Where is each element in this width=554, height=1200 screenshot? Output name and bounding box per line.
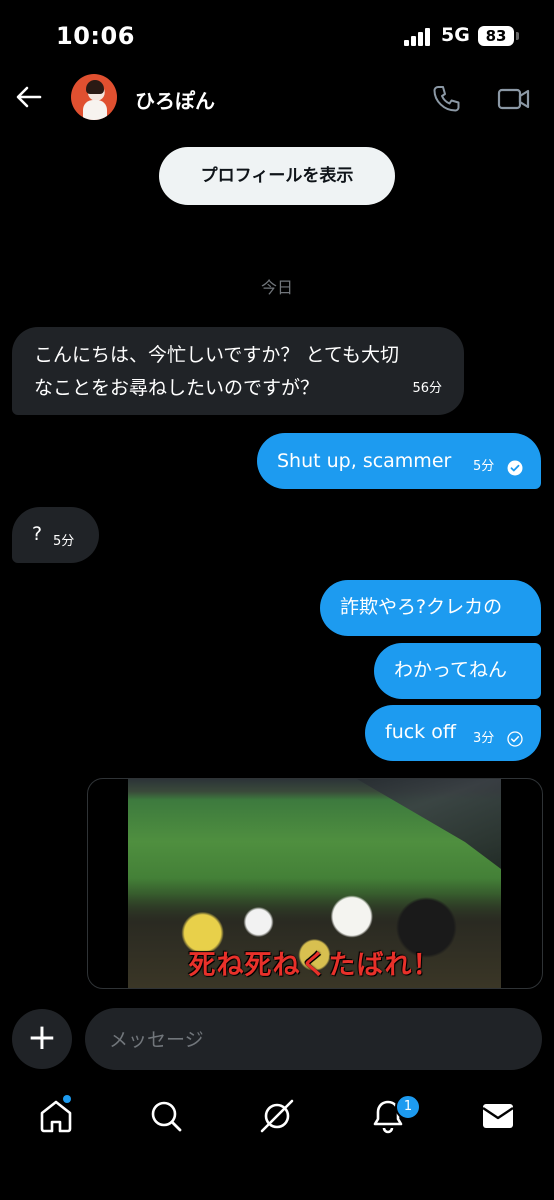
- signal-icon: [404, 28, 430, 46]
- back-arrow-icon[interactable]: [14, 82, 44, 112]
- video-call-icon[interactable]: [497, 85, 531, 113]
- message-text: ?: [32, 523, 43, 545]
- message-timestamp: 5分: [473, 459, 495, 474]
- grok-icon[interactable]: [257, 1096, 297, 1136]
- message-text-line: こんにちは、今忙しいですか？ とても大切: [34, 344, 399, 366]
- date-divider: 今日: [260, 278, 293, 297]
- conversation-username[interactable]: ひろぽん: [135, 85, 215, 114]
- avatar[interactable]: [71, 74, 117, 120]
- stadium-stands: [357, 779, 501, 869]
- add-attachment-button[interactable]: +: [12, 1009, 72, 1069]
- message-text: fuck off: [385, 721, 456, 743]
- message-timestamp: 56分: [412, 381, 442, 396]
- message-bubble-outgoing[interactable]: fuck off 3分: [365, 705, 541, 761]
- message-text: Shut up, scammer: [277, 450, 452, 472]
- read-check-icon: [507, 460, 523, 476]
- media-attachment[interactable]: 死ね死ねくたばれ！: [87, 778, 543, 989]
- search-icon[interactable]: [146, 1096, 186, 1136]
- phone-icon[interactable]: [431, 84, 461, 114]
- battery-tip: [516, 32, 519, 40]
- media-caption: 死ね死ねくたばれ！: [188, 950, 441, 981]
- video-thumbnail[interactable]: 死ね死ねくたばれ！: [128, 779, 501, 988]
- home-icon[interactable]: [36, 1096, 76, 1136]
- network-label: 5G: [441, 24, 470, 46]
- message-input[interactable]: [107, 1008, 521, 1072]
- message-bubble-outgoing[interactable]: わかってねん: [374, 643, 541, 699]
- message-composer: [85, 1008, 542, 1072]
- notifications-badge: 1: [395, 1094, 421, 1120]
- message-bubble-outgoing[interactable]: Shut up, scammer 5分: [257, 433, 541, 489]
- message-bubble-outgoing[interactable]: 詐欺やろ?クレカの: [320, 580, 541, 636]
- message-timestamp: 3分: [473, 731, 495, 746]
- home-notification-dot: [63, 1095, 71, 1103]
- message-timestamp: 5分: [53, 534, 75, 549]
- message-text: 詐欺やろ?クレカの: [340, 596, 503, 618]
- message-bubble-incoming[interactable]: こんにちは、今忙しいですか？ とても大切 なことをお尋ねしたいのですが？ 56分: [12, 327, 464, 415]
- message-text: わかってねん: [394, 659, 508, 681]
- view-profile-button[interactable]: プロフィールを表示: [159, 147, 395, 205]
- messages-icon[interactable]: [478, 1096, 518, 1136]
- battery-icon: 83: [478, 26, 514, 46]
- message-text-line: なことをお尋ねしたいのですが？: [34, 377, 320, 399]
- status-time: 10:06: [56, 22, 135, 50]
- message-bubble-incoming[interactable]: ? 5分: [12, 507, 99, 563]
- sent-check-icon: [507, 731, 523, 747]
